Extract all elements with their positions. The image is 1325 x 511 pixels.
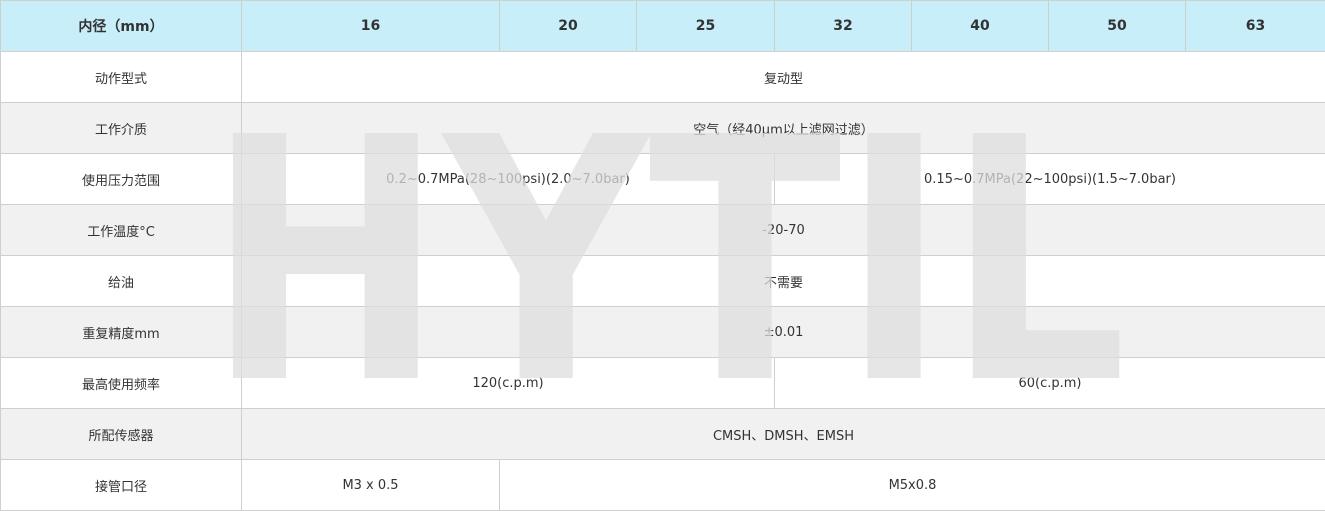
- row-port-size: 接管口径 M3 x 0.5 M5x0.8: [0, 459, 1325, 511]
- row-action-type: 动作型式 复动型: [0, 51, 1325, 103]
- row-label: 重复精度mm: [0, 306, 242, 358]
- header-row: 内径（mm） 16 20 25 32 40 50 63: [0, 0, 1325, 52]
- cell-value: 复动型: [241, 51, 1325, 103]
- cell-value: CMSH、DMSH、EMSH: [241, 408, 1325, 460]
- row-label: 工作温度°C: [0, 204, 242, 256]
- cell-value-large-bore: 0.15~0.7MPa(22~100psi)(1.5~7.0bar): [774, 153, 1325, 205]
- header-bore-25: 25: [636, 0, 775, 52]
- row-working-medium: 工作介质 空气（经40μm以上滤网过滤）: [0, 102, 1325, 154]
- cell-value-small-bore: 120(c.p.m): [241, 357, 775, 409]
- cell-value: -20-70: [241, 204, 1325, 256]
- row-label: 使用压力范围: [0, 153, 242, 205]
- row-label: 接管口径: [0, 459, 242, 511]
- row-temperature: 工作温度°C -20-70: [0, 204, 1325, 256]
- spec-table: 内径（mm） 16 20 25 32 40 50 63 动作型式 复动型 工作介…: [0, 0, 1325, 511]
- row-label: 最高使用频率: [0, 357, 242, 409]
- row-max-frequency: 最高使用频率 120(c.p.m) 60(c.p.m): [0, 357, 1325, 409]
- row-sensor: 所配传感器 CMSH、DMSH、EMSH: [0, 408, 1325, 460]
- header-bore-63: 63: [1185, 0, 1325, 52]
- header-bore-50: 50: [1048, 0, 1186, 52]
- cell-value: ±0.01: [241, 306, 1325, 358]
- row-lubrication: 给油 不需要: [0, 255, 1325, 307]
- row-label: 动作型式: [0, 51, 242, 103]
- row-repeatability: 重复精度mm ±0.01: [0, 306, 1325, 358]
- cell-value: 不需要: [241, 255, 1325, 307]
- row-label: 给油: [0, 255, 242, 307]
- header-bore-label: 内径（mm）: [0, 0, 242, 52]
- row-label: 工作介质: [0, 102, 242, 154]
- cell-value-large-bore: M5x0.8: [499, 459, 1325, 511]
- row-pressure-range: 使用压力范围 0.2~0.7MPa(28~100psi)(2.0~7.0bar)…: [0, 153, 1325, 205]
- row-label: 所配传感器: [0, 408, 242, 460]
- header-bore-32: 32: [774, 0, 912, 52]
- header-bore-16: 16: [241, 0, 500, 52]
- header-bore-40: 40: [911, 0, 1049, 52]
- header-bore-20: 20: [499, 0, 637, 52]
- cell-value-small-bore: M3 x 0.5: [241, 459, 500, 511]
- cell-value-small-bore: 0.2~0.7MPa(28~100psi)(2.0~7.0bar): [241, 153, 775, 205]
- cell-value: 空气（经40μm以上滤网过滤）: [241, 102, 1325, 154]
- cell-value-large-bore: 60(c.p.m): [774, 357, 1325, 409]
